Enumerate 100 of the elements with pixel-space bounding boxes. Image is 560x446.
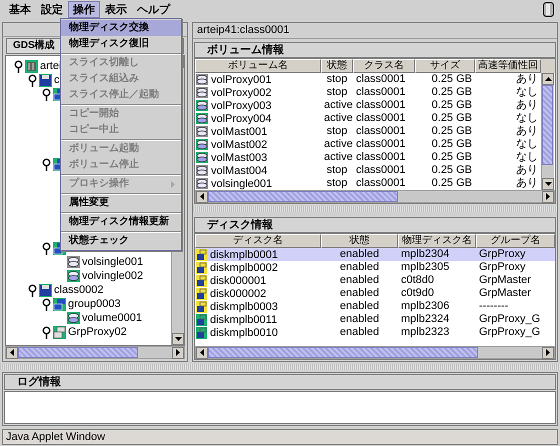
table-cell-text: なし [515, 138, 539, 151]
table-cell[interactable]: disk000001 [210, 274, 266, 286]
horizontal-scrollbar[interactable] [195, 190, 555, 203]
table-cell[interactable]: disk000002 [210, 288, 266, 300]
column-header[interactable]: クラス名 [353, 59, 415, 73]
table-cell[interactable]: c0t8d0 [398, 274, 476, 287]
table-cell[interactable]: enabled [321, 287, 398, 300]
scroll-left-button[interactable] [196, 346, 208, 358]
column-header[interactable]: 状態 [321, 59, 353, 73]
table-cell[interactable]: mplb2324 [398, 313, 476, 326]
scroll-left-button[interactable] [196, 190, 208, 202]
menu-item[interactable]: 属性変更 [61, 195, 181, 211]
table-cell[interactable]: -------- [476, 300, 555, 313]
table-cell[interactable]: diskmplb0010 [210, 326, 278, 338]
tree-node-label[interactable]: GrpProxy02 [68, 326, 127, 338]
menu-title[interactable]: 操作 [68, 0, 100, 18]
table-cell[interactable]: GrpProxy_G [476, 326, 555, 339]
menu-title[interactable]: ヘルプ [132, 0, 175, 18]
column-header[interactable]: グループ名 [476, 234, 555, 248]
tree-handle-icon[interactable] [42, 242, 51, 254]
table-cell[interactable]: GrpProxy [476, 261, 555, 274]
stacked-blocks-icon [53, 298, 66, 310]
tree-node-label[interactable]: group0003 [68, 298, 121, 310]
menu-title[interactable]: 設定 [36, 0, 68, 18]
table-cell[interactable]: mplb2323 [398, 326, 476, 339]
tree-handle-icon[interactable] [42, 298, 51, 310]
table-cell[interactable]: enabled [321, 261, 398, 274]
column-header[interactable]: 高速等価性回 [475, 59, 541, 73]
volume-icon [196, 152, 208, 163]
floppy-disk-icon [39, 74, 52, 86]
table-cell[interactable]: GrpMaster [476, 274, 555, 287]
horizontal-scrollbar[interactable] [5, 346, 185, 359]
scroll-up-button[interactable] [542, 73, 554, 85]
table-cell[interactable]: enabled [321, 313, 398, 326]
column-header[interactable]: ディスク名 [195, 234, 321, 248]
volume-icon [196, 100, 208, 111]
section-title: ログ情報 [4, 374, 556, 390]
menu-item[interactable]: 物理ディスク情報更新 [61, 214, 181, 230]
volume-icon [196, 165, 208, 176]
table-cell-text: stop [326, 164, 348, 177]
table-cell[interactable]: GrpProxy_G [476, 313, 555, 326]
column-header[interactable]: ボリューム名 [195, 59, 321, 73]
table-cell[interactable]: diskmplb0003 [210, 300, 278, 312]
submenu-arrow-icon [171, 180, 175, 188]
server-icon [25, 60, 38, 72]
vertical-scrollbar[interactable] [541, 73, 554, 190]
menu-item[interactable]: 状態チェック [61, 233, 181, 249]
tree-node-label[interactable]: volume0001 [82, 312, 142, 324]
tree-node-label[interactable]: volsingle001 [82, 256, 144, 268]
tree-node-label[interactable]: volvingle002 [82, 270, 144, 282]
table-cell[interactable]: diskmplb0002 [210, 262, 278, 274]
cylinder-icon[interactable] [543, 2, 554, 17]
table-cell[interactable]: enabled [321, 300, 398, 313]
left-triangle-icon [10, 349, 14, 356]
scroll-right-button[interactable] [542, 190, 554, 202]
menu-item[interactable]: 物理ディスク復旧 [61, 36, 181, 52]
table-cell-text: あり [515, 125, 539, 138]
volume-icon [196, 126, 208, 137]
table-cell[interactable]: GrpMaster [476, 287, 555, 300]
table-cell-text: class0001 [355, 86, 407, 99]
panel-title: arteip41:class0001 [193, 23, 557, 39]
table-cell[interactable]: mplb2306 [398, 300, 476, 313]
column-header[interactable]: 状態 [321, 234, 398, 248]
scroll-down-button[interactable] [542, 178, 554, 190]
column-header[interactable]: 物理ディスク名 [398, 234, 476, 248]
table-cell[interactable]: enabled [321, 248, 398, 261]
horizontal-scrollbar[interactable] [195, 346, 555, 359]
table-cell[interactable]: diskmplb0001 [210, 248, 278, 260]
tree-handle-icon[interactable] [14, 60, 23, 72]
tree-handle-icon[interactable] [28, 74, 37, 86]
tree-handle-icon[interactable] [42, 158, 51, 170]
table-cell[interactable]: GrpProxy [476, 248, 555, 261]
tree-handle-icon[interactable] [28, 284, 37, 296]
scroll-left-button[interactable] [6, 346, 18, 358]
tree-node-label[interactable]: c [54, 74, 60, 86]
menu-title[interactable]: 表示 [100, 0, 132, 18]
scroll-right-button[interactable] [542, 346, 554, 358]
table-cell: volsingle001 [211, 178, 272, 190]
table-cell-text: stop [326, 177, 348, 190]
table-cell-text: class0001 [355, 112, 407, 125]
table-cell: volMast003 [211, 152, 268, 164]
table-cell-text: class0001 [355, 138, 407, 151]
table-cell[interactable]: enabled [321, 326, 398, 339]
volume-icon [196, 74, 208, 85]
table-cell[interactable]: enabled [321, 274, 398, 287]
column-header[interactable]: サイズ [415, 59, 475, 73]
table-cell[interactable]: c0t9d0 [398, 287, 476, 300]
menu-item[interactable]: 物理ディスク交換 [61, 20, 181, 36]
scroll-right-button[interactable] [172, 346, 184, 358]
table-cell-text: 0.25 GB [430, 73, 473, 86]
table-cell-text: あり [515, 99, 539, 112]
tree-handle-icon[interactable] [42, 326, 51, 338]
scroll-down-button[interactable] [172, 333, 184, 345]
tree-handle-icon[interactable] [42, 88, 51, 100]
section-title: ボリューム情報 [194, 42, 556, 58]
table-cell[interactable]: diskmplb0011 [210, 314, 278, 326]
table-cell[interactable]: mplb2305 [398, 261, 476, 274]
table-cell[interactable]: mplb2304 [398, 248, 476, 261]
menu-title[interactable]: 基本 [4, 0, 36, 18]
tree-node-label[interactable]: class0002 [54, 284, 104, 296]
